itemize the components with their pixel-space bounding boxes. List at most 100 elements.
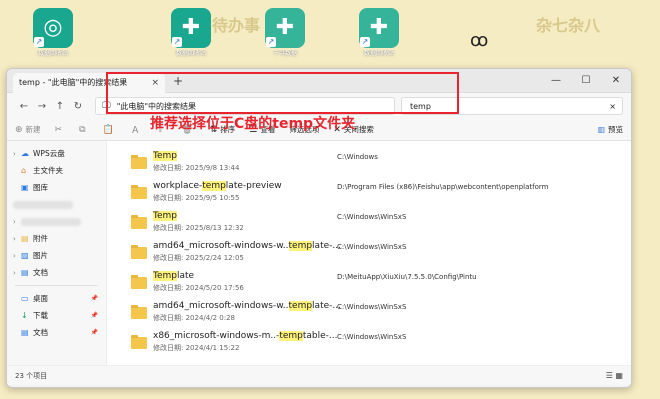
shortcut-label: 数据回收站: [175, 50, 206, 57]
clipboard-icon: 📋: [102, 124, 114, 135]
sidebar-item-blurred[interactable]: ›: [7, 213, 106, 230]
desktop: ◎ ↗ 数据回收站 ✚ ↗ 数据回收站 ✚ ↗ 千寻数据 ✚ ↗ 数据回收站 待办事 杂…: [0, 0, 660, 68]
sidebar-divider: [15, 285, 98, 286]
preview-icon: ▥: [597, 125, 605, 134]
result-name: workplace-template-preview 修改日期: 2025/9/…: [153, 181, 282, 202]
refresh-icon[interactable]: ↻: [69, 101, 87, 112]
result-name: x86_microsoft-windows-m..-temptable-... …: [153, 331, 338, 352]
annotation-highlight-box: [106, 72, 459, 114]
shortcut-label: 数据回收站: [363, 50, 394, 57]
rename-button[interactable]: Ａ: [131, 123, 143, 136]
shortcut-arrow-icon: ↗: [172, 37, 182, 47]
match-highlight: temp: [279, 331, 303, 341]
documents-icon: ▤: [21, 268, 29, 277]
result-name: amd64_microsoft-windows-w..template-... …: [153, 301, 341, 322]
chevron-right-icon[interactable]: ›: [13, 235, 21, 243]
match-highlight: Temp: [153, 211, 177, 221]
copy-button[interactable]: ⧉: [79, 125, 88, 135]
sidebar-item-documents-pinned[interactable]: ▤ 文档 📌: [7, 324, 106, 341]
result-row[interactable]: amd64_microsoft-windows-w..template-... …: [131, 299, 631, 329]
status-bar: 23 个项目 ☰ ▦: [7, 365, 631, 385]
app-icon: ✚ ↗: [359, 8, 399, 48]
wallpaper-doodle: ꝏ: [470, 30, 489, 51]
sidebar-item-pictures[interactable]: › ▨ 图片: [7, 247, 106, 264]
sidebar-item-blurred[interactable]: [7, 196, 106, 213]
new-button[interactable]: ⊕ 新建: [15, 124, 41, 135]
sidebar-item-documents[interactable]: › ▤ 文档: [7, 264, 106, 281]
blurred-label: [13, 200, 73, 209]
result-path: C:\Windows: [337, 153, 378, 161]
wallpaper-text: 杂七杂八: [536, 16, 601, 35]
paste-button[interactable]: 📋: [103, 125, 117, 135]
app-icon: ✚ ↗: [171, 8, 211, 48]
view-toggle-icon[interactable]: ☰ ▦: [606, 371, 623, 380]
shortcut-arrow-icon: ↗: [266, 37, 276, 47]
cut-button[interactable]: ✂: [55, 125, 66, 135]
wallpaper-text: 待办事: [212, 16, 261, 35]
annotation-text: 推荐选择位于C盘的temp文件夹: [150, 116, 356, 132]
result-name: Temp 修改日期: 2025/8/13 12:32: [153, 211, 244, 232]
navigation-pane: › ☁ WPS云盘 ⌂ 主文件夹 ▣ 图库 › › ▤ 附件 › ▨ 图片 › ▤ 文档 ▭ 桌面 📌 …: [7, 141, 107, 365]
close-button[interactable]: ✕: [601, 75, 631, 86]
result-path: C:\Windows\WinSxS: [337, 303, 407, 311]
chevron-right-icon[interactable]: ›: [13, 252, 21, 260]
desktop-shortcut[interactable]: ✚ ↗ 数据回收站: [168, 8, 214, 66]
plus-icon: ⊕: [15, 124, 23, 135]
sidebar-item-attachments[interactable]: › ▤ 附件: [7, 230, 106, 247]
search-results-list: Temp 修改日期: 2025/9/8 13:44 C:\Windows wor…: [107, 141, 631, 365]
up-icon[interactable]: ↑: [51, 101, 69, 112]
folder-icon: [131, 155, 147, 169]
folder-icon: [131, 245, 147, 259]
result-path: C:\Windows\WinSxS: [337, 333, 407, 341]
item-count: 23 个项目: [15, 371, 48, 380]
folder-icon: ▤: [21, 234, 29, 243]
folder-icon: [131, 335, 147, 349]
window-controls: — ☐ ✕: [541, 75, 631, 86]
result-path: C:\Windows\WinSxS: [337, 213, 407, 221]
result-path: D:\Program Files (x86)\Feishu\app\webcon…: [337, 183, 549, 191]
folder-icon: [131, 305, 147, 319]
result-name: Template 修改日期: 2024/5/20 17:56: [153, 271, 244, 292]
sidebar-item-home[interactable]: ⌂ 主文件夹: [7, 162, 106, 179]
result-row[interactable]: Temp 修改日期: 2025/9/8 13:44 C:\Windows: [131, 149, 631, 179]
result-path: C:\Windows\WinSxS: [337, 243, 407, 251]
match-highlight: Temp: [153, 271, 177, 281]
app-icon: ✚ ↗: [265, 8, 305, 48]
minimize-button[interactable]: —: [541, 75, 571, 86]
pin-icon: 📌: [90, 295, 98, 302]
pin-icon: 📌: [90, 312, 98, 319]
documents-icon: ▤: [21, 328, 29, 337]
result-row[interactable]: amd64_microsoft-windows-w..template-... …: [131, 239, 631, 269]
chevron-right-icon[interactable]: ›: [13, 269, 21, 277]
forward-icon[interactable]: →: [33, 101, 51, 112]
chevron-right-icon[interactable]: ›: [13, 150, 21, 158]
result-row[interactable]: x86_microsoft-windows-m..-temptable-... …: [131, 329, 631, 359]
maximize-button[interactable]: ☐: [571, 75, 601, 86]
desktop-shortcut[interactable]: ◎ ↗ 数据回收站: [30, 8, 76, 66]
scissors-icon: ✂: [54, 124, 63, 135]
sidebar-item-desktop[interactable]: ▭ 桌面 📌: [7, 290, 106, 307]
pin-icon: 📌: [90, 329, 98, 336]
shortcut-label: 千寻数据: [272, 50, 297, 57]
sidebar-item-wps[interactable]: › ☁ WPS云盘: [7, 145, 106, 162]
result-row[interactable]: Temp 修改日期: 2025/8/13 12:32 C:\Windows\Wi…: [131, 209, 631, 239]
desktop-shortcut[interactable]: ✚ ↗ 千寻数据: [262, 8, 308, 66]
pictures-icon: ▨: [21, 251, 29, 260]
result-row[interactable]: workplace-template-preview 修改日期: 2025/9/…: [131, 179, 631, 209]
home-icon: ⌂: [21, 166, 27, 175]
sidebar-item-gallery[interactable]: ▣ 图库: [7, 179, 106, 196]
back-icon[interactable]: ←: [15, 101, 33, 112]
folder-icon: [131, 185, 147, 199]
result-row[interactable]: Template 修改日期: 2024/5/20 17:56 D:\MeituA…: [131, 269, 631, 299]
folder-icon: [131, 215, 147, 229]
desktop-shortcut[interactable]: ✚ ↗ 数据回收站: [356, 8, 402, 66]
preview-button[interactable]: ▥ 预览: [598, 124, 623, 135]
copy-icon: ⧉: [79, 124, 86, 135]
match-highlight: temp: [202, 181, 226, 191]
clear-search-icon[interactable]: ×: [609, 102, 616, 111]
shortcut-label: 数据回收站: [37, 50, 68, 57]
app-icon: ◎ ↗: [33, 8, 73, 48]
sidebar-item-downloads[interactable]: ↓ 下载 📌: [7, 307, 106, 324]
match-highlight: Temp: [153, 151, 177, 161]
cloud-icon: ☁: [21, 149, 29, 158]
